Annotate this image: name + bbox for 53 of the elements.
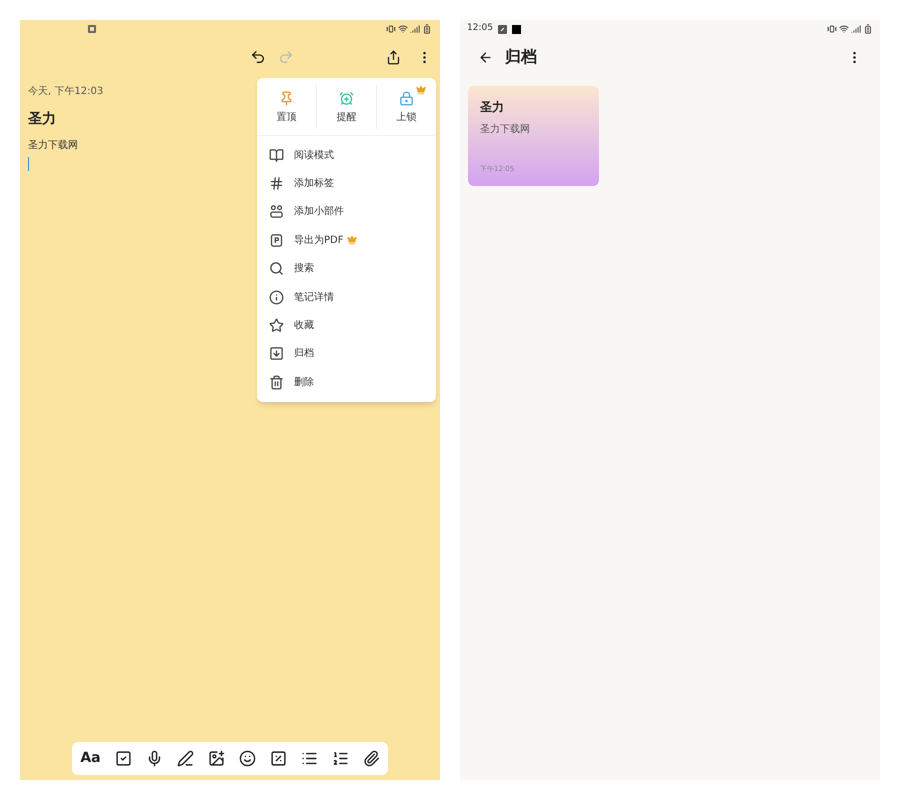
battery-icon xyxy=(863,24,873,34)
checkbox-icon[interactable] xyxy=(114,750,132,767)
menu-quick-action[interactable]: 置顶 xyxy=(257,84,316,128)
share-icon[interactable] xyxy=(386,50,401,64)
page-title: 归档 xyxy=(505,46,537,68)
vibrate-icon xyxy=(827,24,837,34)
percent-icon[interactable] xyxy=(270,750,287,767)
menu-item[interactable]: 搜索 xyxy=(257,254,436,283)
menu-item[interactable]: 添加标签 xyxy=(257,169,436,198)
wifi-icon xyxy=(398,24,408,34)
vibrate-icon xyxy=(386,24,396,34)
card-body: 圣力下载网 xyxy=(480,122,531,137)
menu-item[interactable]: 添加小部件 xyxy=(257,198,436,226)
book-icon xyxy=(269,148,284,163)
menu-quick-action[interactable]: 提醒 xyxy=(316,84,376,128)
signal-icon xyxy=(410,24,420,34)
hash-icon xyxy=(269,176,284,192)
numbered-list-icon[interactable] xyxy=(332,750,349,767)
menu-item[interactable]: 归档 xyxy=(257,340,436,368)
card-title: 圣力 xyxy=(480,99,505,116)
smiley-icon[interactable] xyxy=(238,750,256,767)
alarm-clock-icon xyxy=(339,90,354,106)
image-add-icon[interactable] xyxy=(208,750,225,767)
pin-icon xyxy=(279,90,294,106)
pen-icon[interactable] xyxy=(176,750,194,767)
trash-icon xyxy=(269,374,284,390)
text-cursor xyxy=(28,157,29,171)
notification-icon xyxy=(88,25,96,33)
menu-quick-action[interactable]: 上锁 xyxy=(376,84,436,128)
paperclip-icon[interactable] xyxy=(362,750,380,767)
archive-icon xyxy=(269,346,284,362)
notification-icon xyxy=(512,24,521,34)
battery-icon xyxy=(422,24,432,34)
undo-icon[interactable] xyxy=(250,49,266,65)
menu-item[interactable]: 收藏 xyxy=(257,311,436,340)
widget-icon xyxy=(269,204,284,220)
bullet-list-icon[interactable] xyxy=(300,750,318,767)
search-icon xyxy=(269,261,284,276)
wifi-icon xyxy=(839,24,849,34)
note-date: 今天, 下午12:03 xyxy=(28,85,104,99)
menu-item[interactable]: 删除 xyxy=(257,368,436,397)
back-icon[interactable] xyxy=(478,50,493,64)
info-icon xyxy=(269,290,284,305)
menu-item[interactable]: 阅读模式 xyxy=(257,141,436,170)
signal-icon xyxy=(851,24,861,34)
status-time: 12:05 xyxy=(467,22,493,36)
menu-item[interactable]: 笔记详情 xyxy=(257,282,436,312)
notification-icon xyxy=(498,24,507,34)
lock-icon xyxy=(399,90,414,106)
menu-item[interactable]: 导出为PDF xyxy=(257,226,436,255)
pdf-icon xyxy=(269,232,284,248)
star-icon xyxy=(269,318,284,334)
text-format-button[interactable]: Aa xyxy=(80,748,101,769)
